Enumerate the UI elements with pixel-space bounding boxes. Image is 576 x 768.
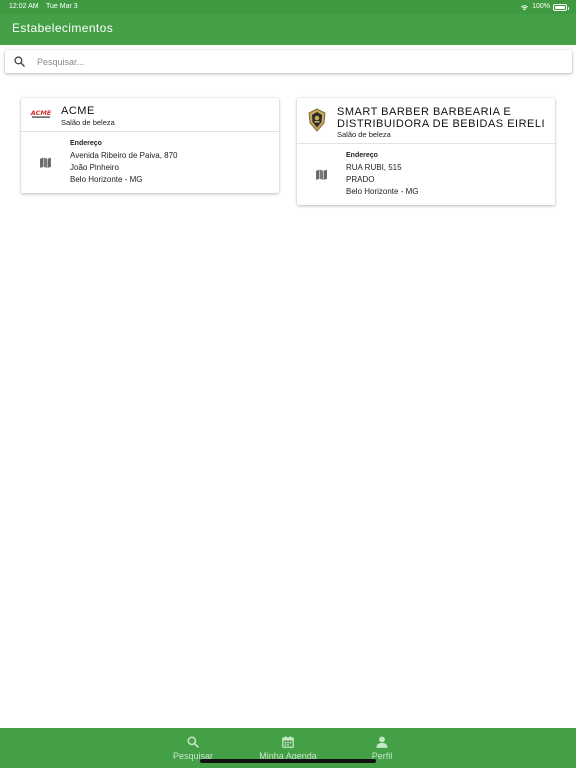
establishment-category: Salão de beleza: [61, 118, 115, 127]
search-icon: [14, 56, 25, 67]
search-input[interactable]: [35, 53, 555, 70]
address-line: João Pinheiro: [70, 163, 119, 172]
home-indicator: [200, 759, 376, 763]
search-icon: [187, 736, 199, 748]
status-bar: 12:02 AM Tue Mar 3 100%: [0, 0, 576, 14]
smart-barber-logo: [308, 108, 326, 132]
status-date: Tue Mar 3: [46, 3, 78, 10]
establishment-name: ACME: [61, 105, 95, 117]
card-header: SMART BARBER BARBEARIA E DISTRIBUIDORA D…: [297, 98, 555, 144]
map-icon[interactable]: [39, 156, 52, 169]
status-time: 12:02 AM: [9, 3, 39, 10]
person-icon: [376, 736, 388, 748]
address-line: RUA RUBI, 515: [346, 163, 402, 172]
app-bar: Estabelecimentos: [0, 14, 576, 45]
establishment-card[interactable]: SMART BARBER BARBEARIA E DISTRIBUIDORA D…: [297, 98, 555, 205]
address-label: Endereço: [346, 152, 378, 159]
svg-text:ACME: ACME: [30, 109, 52, 117]
map-icon[interactable]: [315, 168, 328, 181]
card-header: ACME ACME Salão de beleza: [21, 98, 279, 132]
address-line: PRADO: [346, 175, 375, 184]
battery-percent: 100%: [532, 3, 550, 10]
establishment-name-line-2: DISTRIBUIDORA DE BEBIDAS EIRELI: [337, 118, 546, 130]
establishment-name: SMART BARBER BARBEARIA E: [337, 106, 512, 118]
establishment-category: Salão de beleza: [337, 130, 391, 139]
acme-logo: ACME: [30, 108, 52, 119]
status-right: 100%: [520, 0, 569, 14]
address-line: Avenida Ribeiro de Paiva, 870: [70, 151, 178, 160]
wifi-icon: [521, 4, 529, 10]
card-body: Endereço Avenida Ribeiro de Paiva, 870 J…: [21, 132, 279, 193]
address-line: Belo Horizonte - MG: [70, 175, 143, 184]
search-bar[interactable]: [5, 50, 572, 73]
address-line: Belo Horizonte - MG: [346, 187, 419, 196]
battery-icon: [553, 3, 569, 11]
card-body: Endereço RUA RUBI, 515 PRADO Belo Horizo…: [297, 144, 555, 205]
page-title: Estabelecimentos: [12, 21, 114, 35]
calendar-icon: [282, 736, 294, 748]
address-label: Endereço: [70, 140, 102, 147]
establishment-card[interactable]: ACME ACME Salão de beleza Endereço Aveni…: [21, 98, 279, 193]
